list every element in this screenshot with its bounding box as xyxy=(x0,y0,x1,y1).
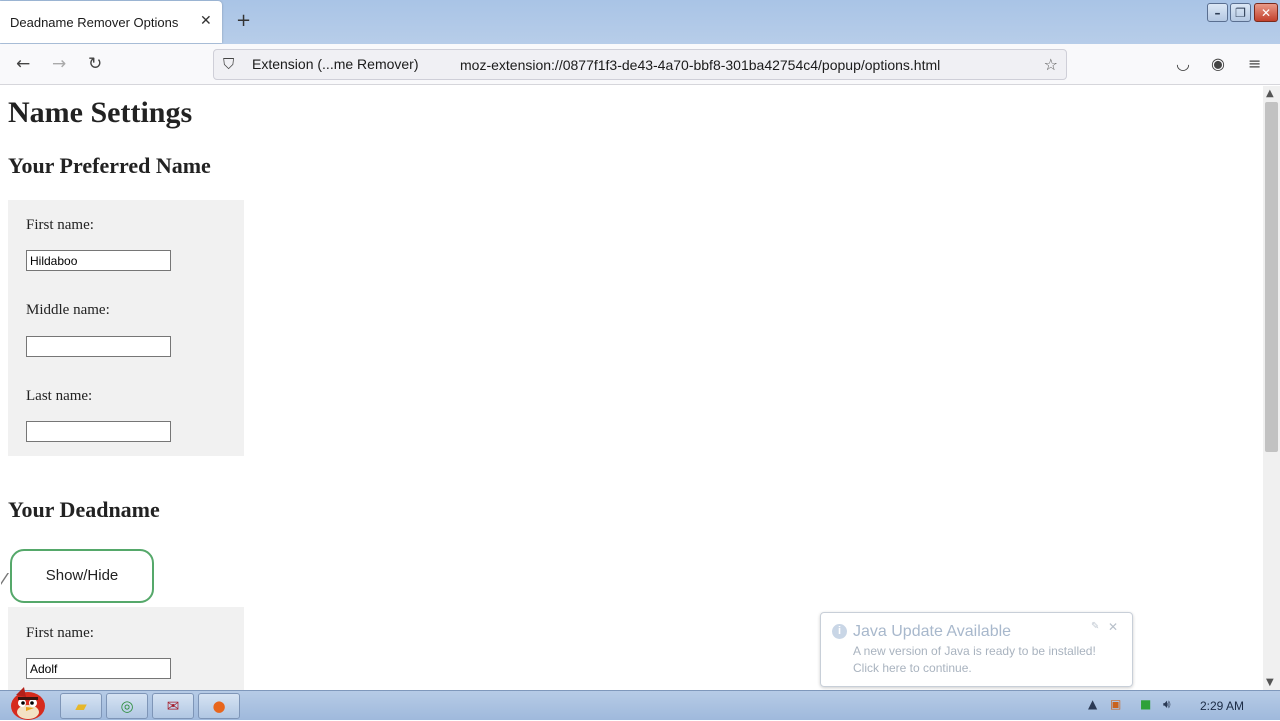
navigation-toolbar: ← → ↻ ⛉ Extension (...me Remover) moz-ex… xyxy=(0,44,1280,85)
vertical-scrollbar[interactable]: ▲ ▼ xyxy=(1263,86,1280,690)
page-title: Name Settings xyxy=(8,96,193,129)
maximize-icon: ❐ xyxy=(1235,6,1246,20)
show-hide-button[interactable]: Show/Hide xyxy=(10,549,154,603)
page-content: Name Settings Your Preferred Name First … xyxy=(0,86,1263,690)
scroll-thumb[interactable] xyxy=(1265,102,1278,452)
notification-line-1: A new version of Java is ready to be ins… xyxy=(853,644,1096,658)
preferred-middle-name-input[interactable] xyxy=(26,336,171,357)
active-tab[interactable]: Deadname Remover Options ✕ xyxy=(0,1,222,43)
url-bar[interactable]: ⛉ Extension (...me Remover) moz-extensio… xyxy=(213,49,1067,80)
taskbar-explorer-button[interactable]: ▰ xyxy=(60,693,102,719)
taskbar-mail-button[interactable]: ✉ xyxy=(152,693,194,719)
pocket-icon[interactable]: ◡ xyxy=(1176,54,1190,73)
mouse-cursor xyxy=(0,572,8,584)
pin-icon[interactable]: ✎ xyxy=(1091,621,1099,632)
java-tray-icon[interactable]: ▣ xyxy=(1110,697,1121,711)
shield-icon[interactable]: ⛉ xyxy=(223,55,234,73)
star-icon[interactable]: ☆ xyxy=(1044,55,1058,74)
tab-title: Deadname Remover Options xyxy=(10,15,179,30)
notification-close-icon[interactable]: ✕ xyxy=(1108,620,1118,634)
notification-title: Java Update Available xyxy=(853,623,1012,640)
preferred-last-name-input[interactable] xyxy=(26,421,171,442)
tab-close-icon[interactable]: ✕ xyxy=(200,13,212,29)
minimize-icon: – xyxy=(1214,6,1221,20)
scroll-up-icon[interactable]: ▲ xyxy=(1266,88,1274,99)
clock[interactable]: 2:29 AM xyxy=(1200,699,1244,713)
forward-arrow-icon[interactable]: → xyxy=(52,54,66,74)
scroll-down-icon[interactable]: ▼ xyxy=(1266,677,1274,688)
notification-line-2[interactable]: Click here to continue. xyxy=(853,661,972,675)
chrome-icon: ◎ xyxy=(120,697,134,715)
title-bar: Deadname Remover Options ✕ + – ❐ ✕ xyxy=(0,0,1280,44)
site-identity[interactable]: Extension (...me Remover) xyxy=(252,56,419,72)
preferred-last-name-label: Last name: xyxy=(26,388,93,404)
info-icon: i xyxy=(832,624,847,639)
preferred-name-heading: Your Preferred Name xyxy=(8,153,211,178)
deadname-first-name-input[interactable] xyxy=(26,658,171,679)
taskbar: ▰ ◎ ✉ ● ▲ ▣ ■ 🔊︎ 2:29 AM xyxy=(0,687,1280,720)
tray-expand-icon[interactable]: ▲ xyxy=(1088,697,1097,711)
url-text[interactable]: moz-extension://0877f1f3-de43-4a70-bbf8-… xyxy=(460,57,940,73)
start-orb-icon[interactable] xyxy=(6,685,50,721)
deadname-heading: Your Deadname xyxy=(8,497,160,522)
volume-icon[interactable]: 🔊︎ xyxy=(1163,697,1171,712)
network-icon[interactable]: ■ xyxy=(1140,697,1151,711)
new-tab-button[interactable]: + xyxy=(236,10,251,31)
close-window-button[interactable]: ✕ xyxy=(1254,3,1278,22)
folder-icon: ▰ xyxy=(75,697,87,715)
taskbar-firefox-button[interactable]: ● xyxy=(198,693,240,719)
reload-icon[interactable]: ↻ xyxy=(88,54,102,74)
preferred-first-name-label: First name: xyxy=(26,217,94,233)
minimize-button[interactable]: – xyxy=(1207,3,1228,22)
deadname-panel: First name: xyxy=(8,607,244,690)
preferred-first-name-input[interactable] xyxy=(26,250,171,271)
mail-icon: ✉ xyxy=(166,697,180,715)
maximize-button[interactable]: ❐ xyxy=(1230,3,1251,22)
deadname-first-name-label: First name: xyxy=(26,625,94,641)
menu-icon[interactable]: ≡ xyxy=(1248,54,1261,73)
java-update-notification[interactable]: i Java Update Available ✎ ✕ A new versio… xyxy=(820,612,1133,687)
back-arrow-icon[interactable]: ← xyxy=(16,54,30,74)
close-icon: ✕ xyxy=(1260,6,1272,20)
taskbar-chrome-button[interactable]: ◎ xyxy=(106,693,148,719)
preferred-middle-name-label: Middle name: xyxy=(26,302,110,318)
firefox-icon: ● xyxy=(212,697,226,715)
preferred-name-panel: First name: Middle name: Last name: xyxy=(8,200,244,456)
account-icon[interactable]: ◉ xyxy=(1211,54,1225,73)
